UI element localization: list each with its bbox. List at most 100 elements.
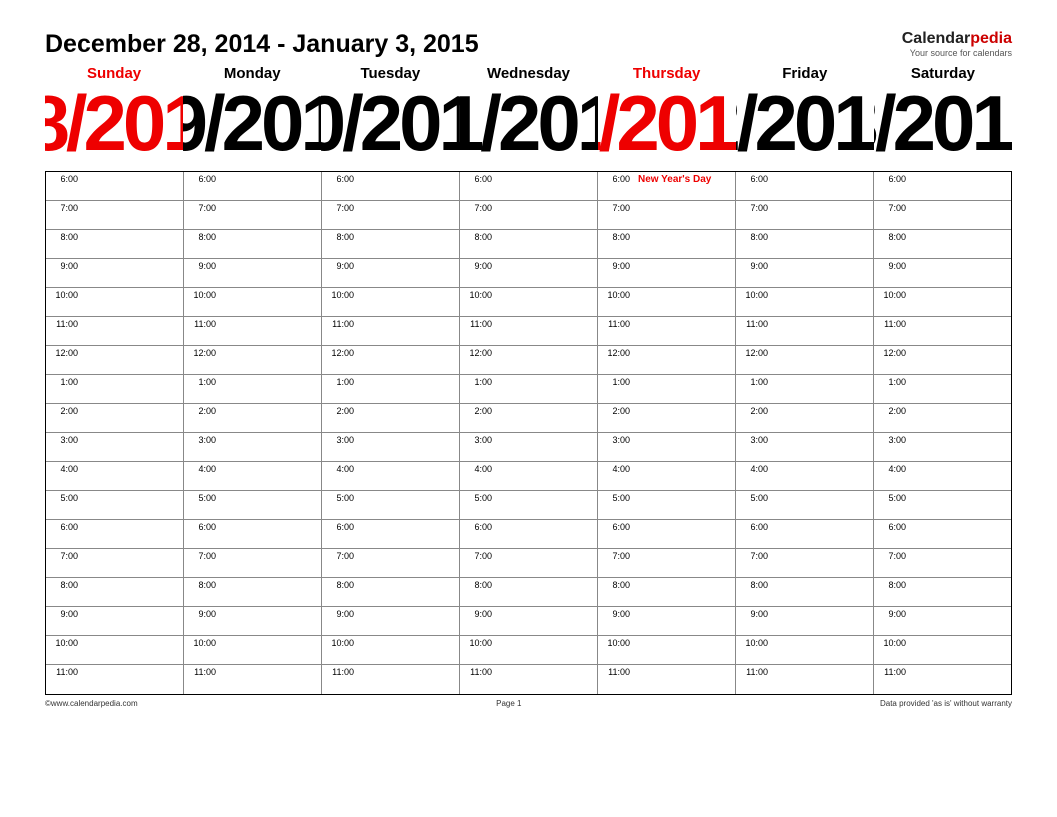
event-slot[interactable] [496, 230, 597, 258]
grid-cell[interactable]: 8:00 [736, 230, 874, 258]
grid-cell[interactable]: 6:00 [322, 520, 460, 548]
event-slot[interactable] [358, 636, 459, 664]
event-slot[interactable] [772, 375, 873, 403]
grid-cell[interactable]: 9:00 [46, 259, 184, 287]
grid-cell[interactable]: 1:00 [874, 375, 1011, 403]
grid-cell[interactable]: 6:00 [598, 520, 736, 548]
event-slot[interactable] [82, 578, 183, 606]
grid-cell[interactable]: 12:00 [736, 346, 874, 374]
event-slot[interactable] [220, 578, 321, 606]
grid-cell[interactable]: 7:00 [598, 201, 736, 229]
grid-cell[interactable]: 11:00 [322, 317, 460, 345]
grid-cell[interactable]: 6:00 [46, 172, 184, 200]
grid-cell[interactable]: 9:00 [46, 607, 184, 635]
grid-cell[interactable]: 4:00 [874, 462, 1011, 490]
event-slot[interactable] [220, 201, 321, 229]
grid-cell[interactable]: 7:00 [874, 549, 1011, 577]
grid-cell[interactable]: 11:00 [184, 665, 322, 694]
grid-cell[interactable]: 12:00 [460, 346, 598, 374]
grid-cell[interactable]: 8:00 [874, 230, 1011, 258]
grid-cell[interactable]: 3:00 [322, 433, 460, 461]
event-slot[interactable] [910, 636, 1011, 664]
event-slot[interactable] [634, 636, 735, 664]
event-slot[interactable] [910, 607, 1011, 635]
event-slot[interactable] [910, 462, 1011, 490]
event-slot[interactable] [496, 491, 597, 519]
event-slot[interactable] [772, 636, 873, 664]
grid-cell[interactable]: 6:00 [460, 172, 598, 200]
grid-cell[interactable]: 9:00 [322, 607, 460, 635]
event-slot[interactable] [358, 230, 459, 258]
grid-cell[interactable]: 5:00 [184, 491, 322, 519]
grid-cell[interactable]: 12:00 [598, 346, 736, 374]
event-slot[interactable] [220, 346, 321, 374]
grid-cell[interactable]: 8:00 [184, 578, 322, 606]
event-slot[interactable] [772, 172, 873, 200]
grid-cell[interactable]: 10:00 [184, 636, 322, 664]
grid-cell[interactable]: 8:00 [184, 230, 322, 258]
grid-cell[interactable]: 10:00 [874, 636, 1011, 664]
grid-cell[interactable]: 11:00 [460, 317, 598, 345]
grid-cell[interactable]: 4:00 [184, 462, 322, 490]
grid-cell[interactable]: 9:00 [184, 259, 322, 287]
event-slot[interactable] [220, 375, 321, 403]
event-slot[interactable] [220, 230, 321, 258]
event-slot[interactable] [358, 462, 459, 490]
event-slot[interactable] [358, 491, 459, 519]
event-slot[interactable] [772, 520, 873, 548]
grid-cell[interactable]: 10:00 [736, 636, 874, 664]
event-slot[interactable] [772, 346, 873, 374]
event-slot[interactable] [772, 288, 873, 316]
event-slot[interactable] [634, 549, 735, 577]
grid-cell[interactable]: 12:00 [184, 346, 322, 374]
grid-cell[interactable]: 11:00 [736, 665, 874, 694]
event-slot[interactable] [82, 317, 183, 345]
event-slot[interactable] [82, 491, 183, 519]
grid-cell[interactable]: 10:00 [736, 288, 874, 316]
grid-cell[interactable]: 11:00 [460, 665, 598, 694]
grid-cell[interactable]: 6:00 [46, 520, 184, 548]
grid-cell[interactable]: 10:00 [322, 636, 460, 664]
event-slot[interactable] [634, 491, 735, 519]
event-slot[interactable] [82, 404, 183, 432]
grid-cell[interactable]: 10:00 [460, 636, 598, 664]
event-slot[interactable] [496, 665, 597, 694]
event-slot[interactable] [910, 433, 1011, 461]
grid-cell[interactable]: 3:00 [736, 433, 874, 461]
event-slot[interactable] [82, 230, 183, 258]
grid-cell[interactable]: 6:00 [736, 172, 874, 200]
event-slot[interactable] [496, 201, 597, 229]
grid-cell[interactable]: 5:00 [874, 491, 1011, 519]
grid-cell[interactable]: 2:00 [736, 404, 874, 432]
event-slot[interactable] [772, 607, 873, 635]
grid-cell[interactable]: 11:00 [184, 317, 322, 345]
grid-cell[interactable]: 7:00 [460, 201, 598, 229]
grid-cell[interactable]: 5:00 [322, 491, 460, 519]
grid-cell[interactable]: 5:00 [598, 491, 736, 519]
grid-cell[interactable]: 10:00 [598, 288, 736, 316]
grid-cell[interactable]: 5:00 [460, 491, 598, 519]
event-slot[interactable] [772, 433, 873, 461]
grid-cell[interactable]: 10:00 [322, 288, 460, 316]
grid-cell[interactable]: 1:00 [460, 375, 598, 403]
event-slot[interactable] [358, 288, 459, 316]
event-slot[interactable] [772, 230, 873, 258]
event-slot[interactable] [772, 665, 873, 694]
event-slot[interactable] [910, 375, 1011, 403]
grid-cell[interactable]: 2:00 [460, 404, 598, 432]
event-slot[interactable] [634, 346, 735, 374]
grid-cell[interactable]: 9:00 [736, 259, 874, 287]
event-slot[interactable] [772, 317, 873, 345]
event-slot[interactable] [82, 549, 183, 577]
event-slot[interactable] [496, 375, 597, 403]
grid-cell[interactable]: 8:00 [322, 230, 460, 258]
grid-cell[interactable]: 2:00 [322, 404, 460, 432]
event-slot[interactable] [82, 520, 183, 548]
event-slot[interactable] [910, 520, 1011, 548]
event-slot[interactable] [220, 520, 321, 548]
event-slot[interactable] [910, 172, 1011, 200]
grid-cell[interactable]: 10:00 [874, 288, 1011, 316]
event-slot[interactable] [82, 462, 183, 490]
grid-cell[interactable]: 11:00 [598, 665, 736, 694]
event-slot[interactable] [496, 346, 597, 374]
